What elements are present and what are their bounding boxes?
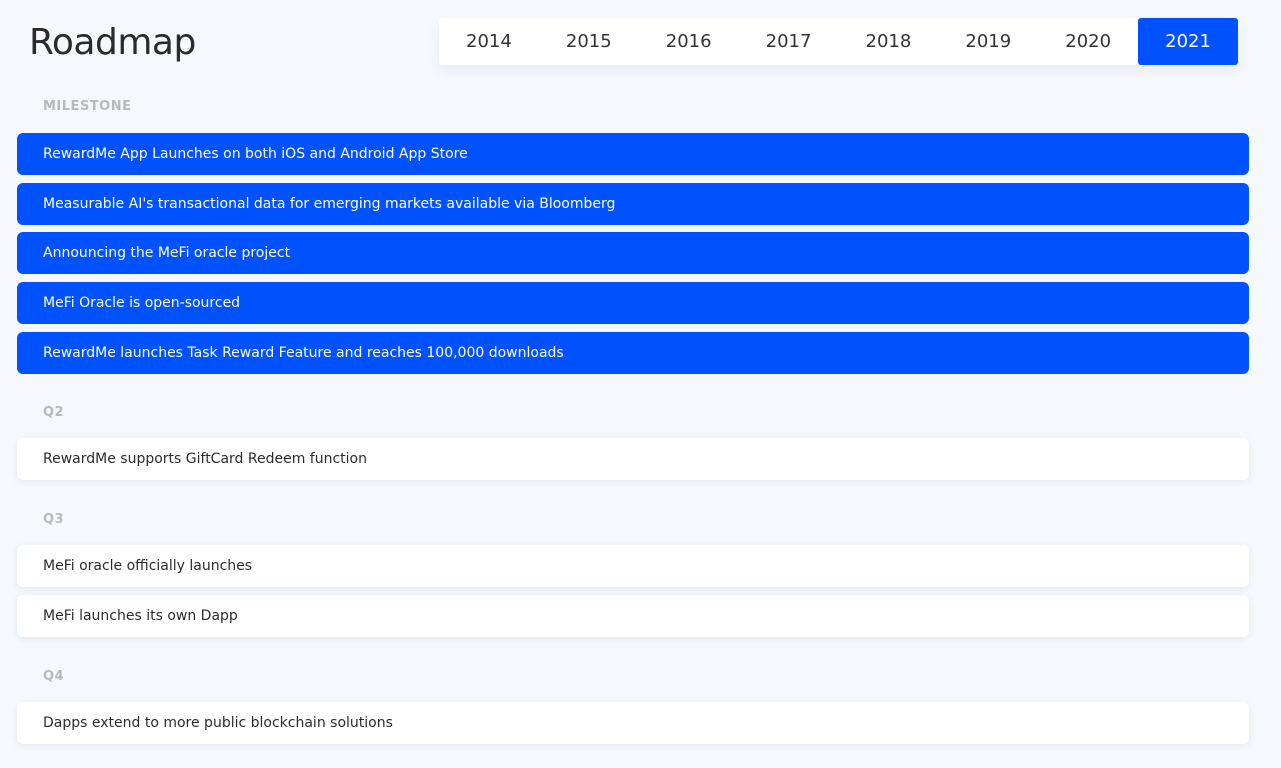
tab-2018[interactable]: 2018 xyxy=(839,18,939,65)
page-title: Roadmap xyxy=(29,22,196,63)
section-label-q2: Q2 xyxy=(43,405,65,420)
section-label-milestone: MILESTONE xyxy=(43,99,132,114)
roadmap-item: Dapps extend to more public blockchain s… xyxy=(17,702,1249,744)
roadmap-item: MeFi launches its own Dapp xyxy=(17,595,1249,637)
section-label-q4: Q4 xyxy=(43,669,65,684)
roadmap-item: RewardMe supports GiftCard Redeem functi… xyxy=(17,438,1249,480)
milestone-item: Measurable AI's transactional data for e… xyxy=(17,183,1249,225)
section-label-q3: Q3 xyxy=(43,512,65,527)
roadmap-item: MeFi oracle officially launches xyxy=(17,545,1249,587)
year-tabs: 2014 2015 2016 2017 2018 2019 2020 2021 xyxy=(439,18,1238,65)
tab-2021[interactable]: 2021 xyxy=(1138,18,1238,65)
tab-2014[interactable]: 2014 xyxy=(439,18,539,65)
milestone-item: RewardMe App Launches on both iOS and An… xyxy=(17,133,1249,175)
tab-2020[interactable]: 2020 xyxy=(1038,18,1138,65)
tab-2019[interactable]: 2019 xyxy=(938,18,1038,65)
tab-2016[interactable]: 2016 xyxy=(639,18,739,65)
tab-2017[interactable]: 2017 xyxy=(739,18,839,65)
tab-2015[interactable]: 2015 xyxy=(539,18,639,65)
milestone-item: MeFi Oracle is open-sourced xyxy=(17,282,1249,324)
milestone-item: RewardMe launches Task Reward Feature an… xyxy=(17,332,1249,374)
milestone-item: Announcing the MeFi oracle project xyxy=(17,232,1249,274)
